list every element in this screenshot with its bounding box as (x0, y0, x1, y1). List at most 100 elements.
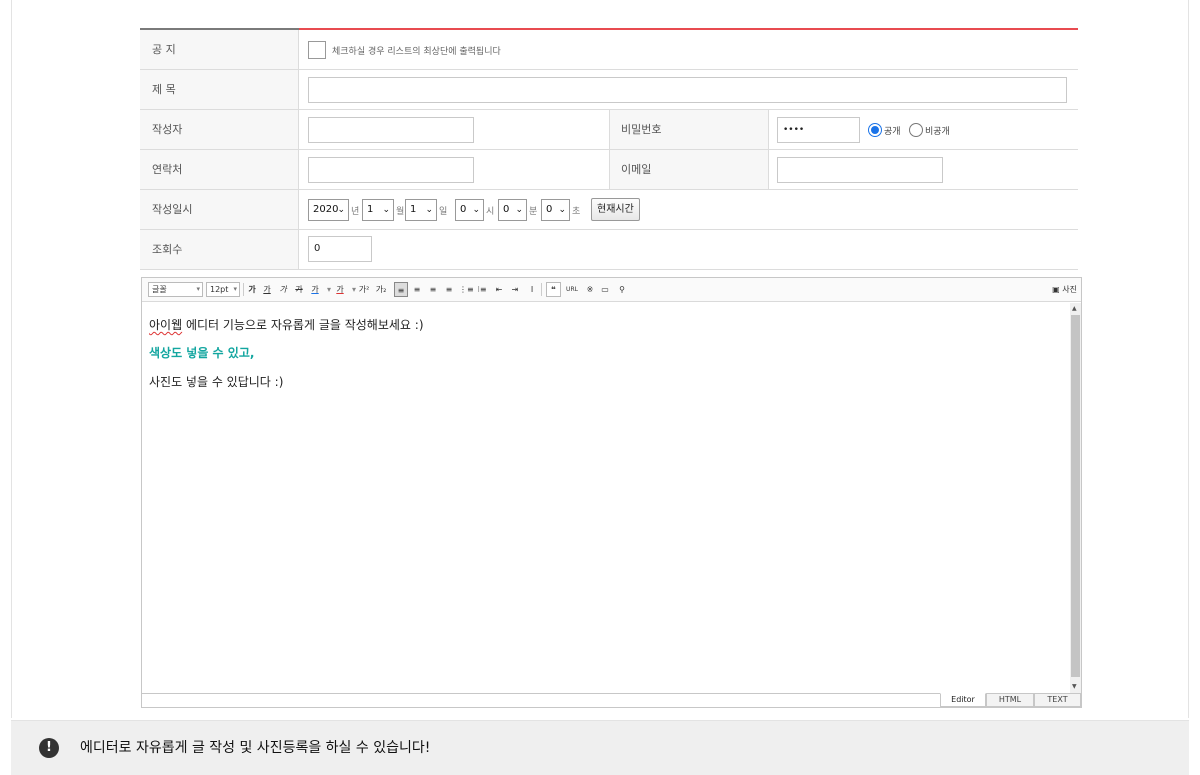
year-unit: 년 (351, 207, 360, 217)
notice-note: 체크하실 경우 리스트의 최상단에 출력됩니다 (332, 47, 501, 57)
public-radio-label: 공개 (884, 127, 901, 137)
italic-icon[interactable]: 가 (277, 282, 289, 297)
font-family-value: 글꼴 (152, 285, 167, 294)
author-input[interactable] (308, 117, 474, 143)
private-radio[interactable] (909, 123, 923, 137)
scroll-up-icon[interactable]: ▲ (1072, 305, 1077, 312)
special-char-icon[interactable]: ※ (584, 282, 596, 297)
hint-text: 에디터로 자유롭게 글 작성 및 사진등록을 하실 수 있습니다! (80, 740, 431, 756)
chevron-down-icon: ⌄ (337, 205, 345, 215)
clear-format-icon[interactable]: I (526, 282, 538, 297)
photo-label: 사진 (1062, 285, 1077, 294)
password-input[interactable]: •••• (777, 117, 860, 143)
email-label: 이메일 (609, 150, 769, 189)
subscript-icon[interactable]: 가₂ (375, 282, 387, 297)
scroll-down-icon[interactable]: ▼ (1072, 683, 1077, 690)
exclamation-icon: ! (39, 738, 59, 758)
font-size-select[interactable]: 12pt ▾ (206, 282, 240, 297)
row-views: 조회수 0 (140, 230, 1078, 270)
content-line-1: 아이웹 에디터 기능으로 자유롭게 글을 작성해보세요 :) (149, 316, 424, 333)
indent-icon[interactable]: ⇥ (509, 282, 521, 297)
private-radio-label: 비공개 (925, 127, 950, 137)
password-label: 비밀번호 (609, 110, 769, 149)
minute-select[interactable]: 0 ⌄ (498, 199, 527, 221)
minute-value: 0 (503, 204, 510, 215)
row-title: 제 목 (140, 70, 1078, 110)
photo-icon: ▣ (1052, 285, 1060, 294)
tab-editor[interactable]: Editor (940, 693, 986, 707)
contact-label: 연락처 (140, 150, 299, 189)
title-input[interactable] (308, 77, 1067, 103)
notice-checkbox[interactable] (308, 41, 326, 59)
email-input[interactable] (777, 157, 943, 183)
strikethrough-icon[interactable]: 가 (293, 282, 305, 297)
tab-html[interactable]: HTML (986, 693, 1034, 707)
day-unit: 일 (439, 207, 448, 217)
editor-mode-tabs: Editor HTML TEXT (142, 693, 1081, 707)
second-select[interactable]: 0 ⌄ (541, 199, 570, 221)
page: 공 지 체크하실 경우 리스트의 최상단에 출력됩니다 제 목 작성자 비밀번호… (0, 0, 1200, 775)
chevron-down-icon: ▾ (196, 285, 200, 293)
editor-scrollbar[interactable]: ▲ ▼ (1070, 303, 1081, 693)
hint-bar: ! 에디터로 자유롭게 글 작성 및 사진등록을 하실 수 있습니다! (11, 720, 1189, 775)
align-left-icon[interactable]: ≡ (394, 282, 408, 297)
current-time-button[interactable]: 현재시간 (591, 198, 640, 221)
month-value: 1 (367, 204, 374, 215)
insert-photo-button[interactable]: ▣ 사진 (1052, 282, 1077, 297)
views-label: 조회수 (140, 230, 299, 269)
toolbar-separator (243, 283, 244, 296)
content-line-1-rest: 에디터 기능으로 자유롭게 글을 작성해보세요 :) (182, 318, 424, 332)
font-family-select[interactable]: 글꼴 ▾ (148, 282, 203, 297)
chevron-down-icon: ⌄ (558, 205, 566, 215)
content-line-2: 색상도 넣을 수 있고, (149, 346, 255, 360)
public-radio[interactable] (868, 123, 882, 137)
font-size-value: 12pt (210, 285, 229, 294)
align-justify-icon[interactable]: ≡ (443, 282, 455, 297)
editor-toolbar: 글꼴 ▾ 12pt ▾ 가 가 가 가 가 ▾ 가 ▾ 가² 가₂ ≡ ≡ ≡ ≡ … (142, 278, 1081, 302)
second-unit: 초 (572, 207, 581, 217)
search-icon[interactable]: ⚲ (616, 282, 628, 297)
rich-text-editor: 글꼴 ▾ 12pt ▾ 가 가 가 가 가 ▾ 가 ▾ 가² 가₂ ≡ ≡ ≡ ≡ … (141, 277, 1082, 708)
chevron-down-icon: ⌄ (472, 205, 480, 215)
row-author: 작성자 비밀번호 •••• 공개 비공개 (140, 110, 1078, 150)
chevron-down-icon: ⌄ (515, 205, 523, 215)
align-center-icon[interactable]: ≡ (411, 282, 423, 297)
content-line-3: 사진도 넣을 수 있답니다 :) (149, 375, 284, 389)
underline-icon[interactable]: 가 (261, 282, 273, 297)
content-line-1-word: 아이웹 (149, 318, 183, 332)
tab-text[interactable]: TEXT (1034, 693, 1081, 707)
align-right-icon[interactable]: ≡ (427, 282, 439, 297)
table-icon[interactable]: ▭ (599, 282, 611, 297)
year-select[interactable]: 2020 ⌄ (308, 199, 349, 221)
month-select[interactable]: 1 ⌄ (362, 199, 394, 221)
datetime-label: 작성일시 (140, 190, 299, 229)
views-input[interactable]: 0 (308, 236, 372, 262)
chevron-down-icon: ⌄ (382, 205, 390, 215)
link-icon[interactable]: URL (566, 282, 578, 297)
toolbar-separator (541, 283, 542, 296)
month-unit: 월 (396, 207, 405, 217)
highlight-color-icon[interactable]: 가 (334, 282, 346, 297)
day-select[interactable]: 1 ⌄ (405, 199, 437, 221)
superscript-icon[interactable]: 가² (358, 282, 370, 297)
year-value: 2020 (313, 204, 339, 215)
minute-unit: 분 (529, 207, 538, 217)
font-color-icon[interactable]: 가 (309, 282, 321, 297)
bold-icon[interactable]: 가 (246, 282, 258, 297)
second-value: 0 (546, 204, 553, 215)
contact-input[interactable] (308, 157, 474, 183)
chevron-down-icon: ▾ (233, 285, 237, 293)
day-value: 1 (410, 204, 417, 215)
chevron-down-icon: ⌄ (425, 205, 433, 215)
hour-select[interactable]: 0 ⌄ (455, 199, 484, 221)
outdent-icon[interactable]: ⇤ (493, 282, 505, 297)
title-label: 제 목 (140, 70, 299, 109)
unordered-list-icon[interactable]: ⁝≡ (476, 282, 488, 297)
ordered-list-icon[interactable]: ⋮≡ (459, 282, 474, 297)
row-datetime: 작성일시 2020 ⌄ 년 1 ⌄ 월 1 ⌄ 일 0 ⌄ 시 0 ⌄ 분 0 ⌄ 초 현재… (140, 190, 1078, 230)
scrollbar-thumb[interactable] (1071, 315, 1080, 677)
hour-value: 0 (460, 204, 467, 215)
notice-label: 공 지 (140, 30, 299, 69)
hour-unit: 시 (486, 207, 495, 217)
quote-icon[interactable]: ❝ (546, 282, 561, 297)
